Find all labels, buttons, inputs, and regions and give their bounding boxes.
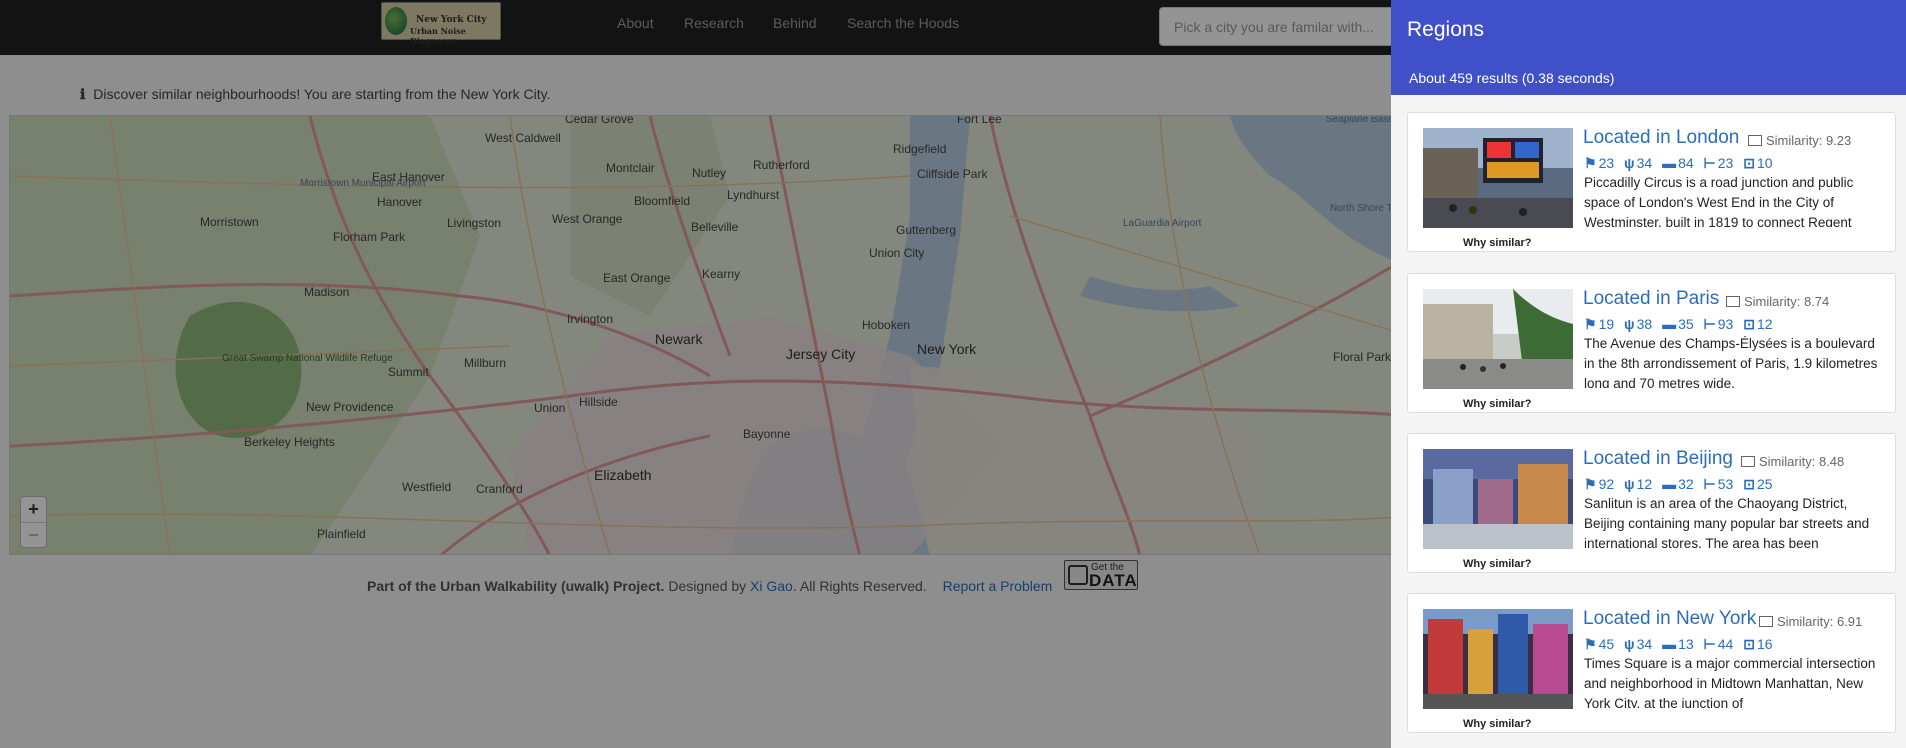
stat-hotel: ⊢ 23 [1703, 155, 1734, 171]
stat-hotel: ⊢ 93 [1703, 316, 1734, 332]
shopping-icon: ▬ [1662, 476, 1677, 492]
why-similar-link[interactable]: Why similar? [1463, 558, 1531, 570]
bed-icon: ⊢ [1703, 636, 1716, 652]
panel-title: Regions [1391, 0, 1906, 55]
food-icon: ψ [1624, 636, 1635, 652]
similarity-score: Similarity: 8.48 [1741, 454, 1844, 469]
region-stats: ⚑ 19 ψ 38 ▬ 35 ⊢ 93 ⊡ 12 [1584, 316, 1779, 333]
stat-transport: ⊡ 12 [1743, 316, 1773, 332]
region-thumbnail [1423, 449, 1573, 549]
shopping-icon: ▬ [1662, 316, 1677, 332]
map-icon [1759, 616, 1773, 627]
region-card-new-york[interactable]: Located in New York Similarity: 6.91 ⚑ 45… [1407, 593, 1896, 733]
similarity-score: Similarity: 6.91 [1759, 614, 1862, 629]
car-icon: ⊡ [1743, 316, 1755, 332]
stat-hotel: ⊢ 44 [1703, 636, 1734, 652]
regions-panel: Regions About 459 results (0.38 seconds)… [1391, 0, 1906, 748]
car-icon: ⊡ [1743, 155, 1755, 171]
results-count: About 459 results (0.38 seconds) [1391, 55, 1906, 95]
why-similar-link[interactable]: Why similar? [1463, 718, 1531, 730]
modal-backdrop[interactable] [0, 0, 1391, 748]
stat-food: ψ 34 [1624, 155, 1653, 171]
stat-transport: ⊡ 16 [1743, 636, 1773, 652]
similarity-text: Similarity: 8.48 [1759, 454, 1845, 469]
region-description: Piccadilly Circus is a road junction and… [1584, 175, 1854, 227]
region-description: The Avenue des Champs-Élysées is a boule… [1584, 336, 1878, 388]
nightlife-icon: ⚑ [1584, 476, 1597, 492]
region-title[interactable]: Located in London [1583, 127, 1739, 149]
food-icon: ψ [1624, 155, 1635, 171]
nightlife-icon: ⚑ [1584, 316, 1597, 332]
bed-icon: ⊢ [1703, 316, 1716, 332]
region-card-london[interactable]: Located in London Similarity: 9.23 ⚑ 23 ψ… [1407, 112, 1896, 252]
region-stats: ⚑ 45 ψ 34 ▬ 13 ⊢ 44 ⊡ 16 [1584, 636, 1779, 653]
similarity-text: Similarity: 8.74 [1744, 294, 1830, 309]
car-icon: ⊡ [1743, 636, 1755, 652]
nightlife-icon: ⚑ [1584, 155, 1597, 171]
region-thumbnail [1423, 609, 1573, 709]
region-stats: ⚑ 92 ψ 12 ▬ 32 ⊢ 53 ⊡ 25 [1584, 476, 1779, 493]
region-description: Times Square is a major commercial inter… [1584, 656, 1876, 708]
stat-food: ψ 38 [1624, 316, 1653, 332]
stat-shopping: ▬ 35 [1662, 316, 1694, 332]
stat-hotel: ⊢ 53 [1703, 476, 1734, 492]
region-title[interactable]: Located in New York [1583, 608, 1756, 630]
shopping-icon: ▬ [1662, 155, 1677, 171]
stat-nightlife: ⚑ 45 [1584, 636, 1615, 652]
stat-shopping: ▬ 32 [1662, 476, 1694, 492]
similarity-score: Similarity: 9.23 [1748, 133, 1851, 148]
region-card-beijing[interactable]: Located in Beijing Similarity: 8.48 ⚑ 92 … [1407, 433, 1896, 573]
region-thumbnail [1423, 289, 1573, 389]
map-icon [1741, 456, 1755, 467]
stat-transport: ⊡ 25 [1743, 476, 1773, 492]
why-similar-link[interactable]: Why similar? [1463, 237, 1531, 249]
stat-nightlife: ⚑ 92 [1584, 476, 1615, 492]
stat-transport: ⊡ 10 [1743, 155, 1773, 171]
stat-food: ψ 34 [1624, 636, 1653, 652]
stat-nightlife: ⚑ 19 [1584, 316, 1615, 332]
region-title[interactable]: Located in Paris [1583, 288, 1719, 310]
nightlife-icon: ⚑ [1584, 636, 1597, 652]
bed-icon: ⊢ [1703, 476, 1716, 492]
food-icon: ψ [1624, 476, 1635, 492]
region-thumbnail [1423, 128, 1573, 228]
similarity-text: Similarity: 9.23 [1766, 133, 1852, 148]
region-description: Sanlitun is an area of the Chaoyang Dist… [1584, 496, 1870, 548]
map-icon [1748, 135, 1762, 146]
bed-icon: ⊢ [1703, 155, 1716, 171]
car-icon: ⊡ [1743, 476, 1755, 492]
similarity-score: Similarity: 8.74 [1726, 294, 1829, 309]
stat-shopping: ▬ 13 [1662, 636, 1694, 652]
similarity-text: Similarity: 6.91 [1777, 614, 1863, 629]
region-card-paris[interactable]: Located in Paris Similarity: 8.74 ⚑ 19 ψ3… [1407, 273, 1896, 413]
stat-nightlife: ⚑ 23 [1584, 155, 1615, 171]
map-icon [1726, 296, 1740, 307]
why-similar-link[interactable]: Why similar? [1463, 398, 1531, 410]
region-stats: ⚑ 23 ψ 34 ▬ 84 ⊢ 23 ⊡ 10 [1584, 155, 1779, 172]
food-icon: ψ [1624, 316, 1635, 332]
region-title[interactable]: Located in Beijing [1583, 448, 1733, 470]
stat-food: ψ 12 [1624, 476, 1653, 492]
stat-shopping: ▬ 84 [1662, 155, 1694, 171]
shopping-icon: ▬ [1662, 636, 1677, 652]
